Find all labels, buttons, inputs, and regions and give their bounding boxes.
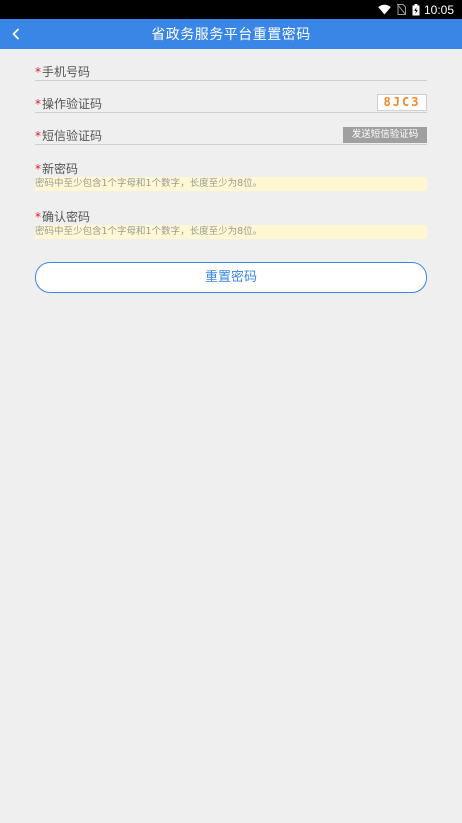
- sms-code-field[interactable]: *短信验证码 发送短信验证码: [35, 127, 427, 145]
- send-sms-button[interactable]: 发送短信验证码: [343, 127, 427, 143]
- new-password-hint: 密码中至少包含1个字母和1个数字，长度至少为8位。: [35, 177, 427, 191]
- clock: 10:05: [423, 2, 454, 17]
- no-sim-icon: [396, 4, 406, 15]
- new-password-label: *新密码: [35, 162, 79, 176]
- status-bar: 10:05: [0, 0, 462, 19]
- captcha-label: *操作验证码: [35, 97, 103, 111]
- back-button[interactable]: [6, 19, 26, 49]
- battery-charging-icon: [412, 3, 420, 16]
- app-bar: 省政务服务平台重置密码: [0, 19, 462, 49]
- sms-code-label: *短信验证码: [35, 129, 103, 143]
- confirm-password-label: *确认密码: [35, 210, 91, 224]
- confirm-password-hint: 密码中至少包含1个字母和1个数字，长度至少为8位。: [35, 225, 427, 239]
- new-password-field[interactable]: *新密码 密码中至少包含1个字母和1个数字，长度至少为8位。: [35, 160, 427, 191]
- reset-password-button[interactable]: 重置密码: [35, 262, 427, 293]
- required-mark: *: [35, 129, 41, 143]
- chevron-left-icon: [12, 25, 20, 44]
- phone-field[interactable]: *手机号码: [35, 63, 427, 81]
- confirm-password-field[interactable]: *确认密码 密码中至少包含1个字母和1个数字，长度至少为8位。: [35, 208, 427, 239]
- phone-label: *手机号码: [35, 65, 91, 79]
- required-mark: *: [35, 65, 41, 79]
- page-title: 省政务服务平台重置密码: [151, 27, 311, 43]
- required-mark: *: [35, 162, 41, 176]
- required-mark: *: [35, 210, 41, 224]
- captcha-image[interactable]: 8JC3: [377, 94, 427, 111]
- wifi-icon: [378, 4, 391, 15]
- captcha-field[interactable]: *操作验证码 8JC3: [35, 94, 427, 113]
- required-mark: *: [35, 97, 41, 111]
